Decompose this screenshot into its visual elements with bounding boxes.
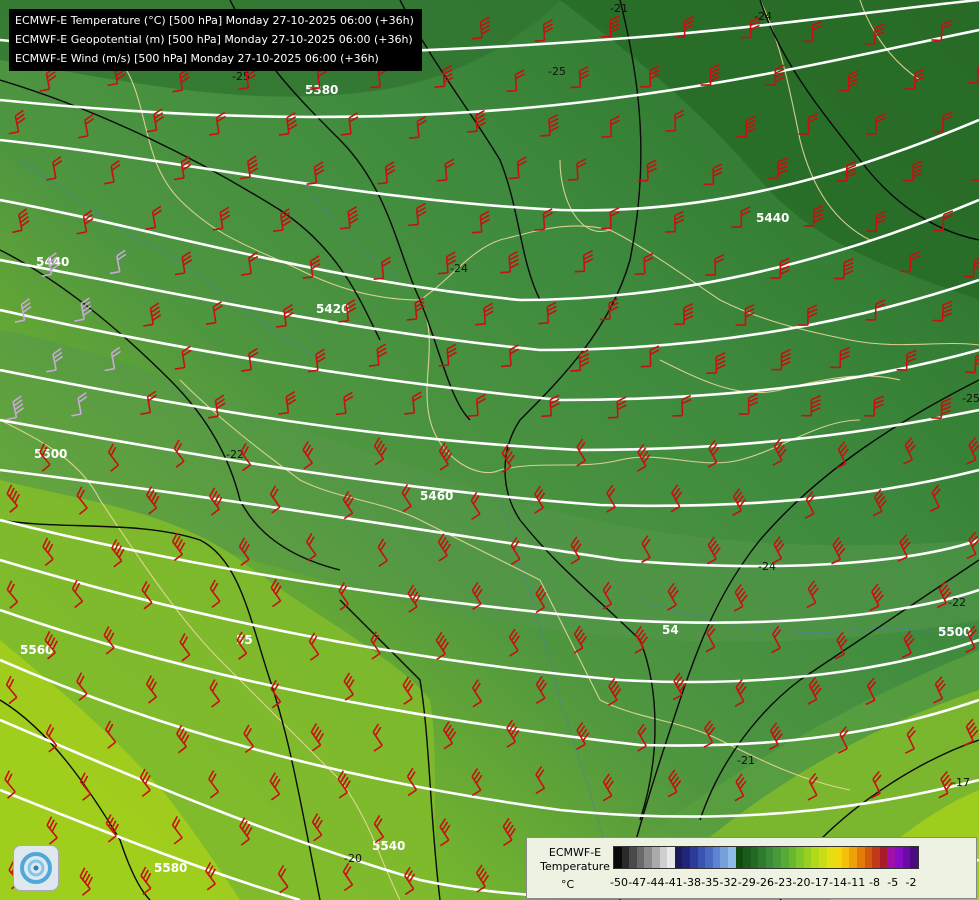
legend-tick-label: -38 — [683, 876, 701, 889]
legend-tick-label: -8 — [869, 876, 880, 889]
legend-swatch — [614, 847, 622, 868]
legend-swatch — [811, 847, 820, 868]
legend-tick-label: -5 — [887, 876, 899, 889]
iso-label-5460: 5460 — [420, 489, 453, 503]
legend-swatch — [788, 847, 797, 868]
title-geopotential: ECMWF-E Geopotential (m) [500 hPa] Monda… — [15, 33, 413, 46]
legend-swatch — [667, 847, 675, 868]
temp-label-h: -20 — [344, 852, 362, 865]
iso-label-5420: 5420 — [316, 302, 349, 316]
temp-label-e: -22 — [948, 596, 966, 609]
temp-label-j: -24 — [754, 10, 772, 23]
legend-swatch — [857, 847, 865, 868]
temp-label-d: -24 — [758, 560, 776, 573]
legend-unit: °C — [561, 878, 575, 891]
legend-tick-label: -14 — [829, 876, 847, 889]
legend-swatch — [864, 847, 873, 868]
legend-swatch — [894, 847, 903, 868]
legend-swatch — [773, 847, 782, 868]
legend-tick-label: -47 — [628, 876, 647, 889]
legend-swatch — [750, 847, 759, 868]
map-titles: ECMWF-E Temperature (°C) [500 hPa] Monda… — [9, 9, 422, 71]
legend-swatch — [682, 847, 690, 868]
iso-label-54: 54 — [662, 623, 679, 637]
temp-label-g: -21 — [737, 754, 755, 767]
iso-label-5580: 5580 — [154, 861, 187, 875]
legend-tick-label: -32 — [719, 876, 738, 889]
title-wind: ECMWF-E Wind (m/s) [500 hPa] Monday 27-1… — [15, 52, 379, 65]
legend-swatch — [705, 847, 713, 868]
legend-swatch — [910, 847, 918, 868]
iso-label-5500-e: 5500 — [938, 625, 971, 639]
iso-label-5500-w: 5500 — [34, 447, 67, 461]
legend-variable: Temperature — [540, 860, 610, 873]
legend-swatch — [651, 847, 660, 868]
temp-label-k: -21 — [610, 2, 628, 15]
legend-tick-label: -20 — [792, 876, 811, 889]
legend-swatch — [659, 847, 668, 868]
temp-label-b: -24 — [450, 262, 468, 275]
legend-tick-label: -11 — [847, 876, 866, 889]
legend-swatch — [902, 847, 911, 868]
legend-swatch — [796, 847, 804, 868]
legend-tick-label: -26 — [756, 876, 774, 889]
temperature-legend: ECMWF-E Temperature °C -50 -47 -44 -41 -38 -3… — [526, 837, 977, 899]
temp-label-i: -17 — [952, 776, 970, 789]
legend-swatch — [849, 847, 857, 868]
title-temperature: ECMWF-E Temperature (°C) [500 hPa] Monda… — [15, 14, 414, 27]
legend-swatch — [803, 847, 812, 868]
legend-tick-label: -35 — [701, 876, 720, 889]
legend-model: ECMWF-E — [548, 846, 602, 859]
legend-tick-label: -50 — [610, 876, 628, 889]
temp-label-c: -25 — [962, 392, 979, 405]
legend-swatch — [629, 847, 637, 868]
legend-tick-label: -17 — [810, 876, 829, 889]
legend-swatch — [720, 847, 728, 868]
legend-swatch — [689, 847, 698, 868]
weather-map: 5380 5440 5420 5500 5460 5440 5500 5560 … — [0, 0, 979, 900]
iso-label-5440-w: 5440 — [36, 255, 69, 269]
legend-swatch — [887, 847, 895, 868]
legend-swatch — [674, 847, 683, 868]
legend-swatch — [765, 847, 774, 868]
ecmwf-swirl-icon — [13, 845, 59, 891]
legend-tick-label: -23 — [774, 876, 793, 889]
legend-color-bar — [613, 846, 919, 869]
temp-label-a: -25 — [548, 65, 566, 78]
legend-swatch — [712, 847, 721, 868]
legend-tick-label: -29 — [737, 876, 756, 889]
legend-swatch — [636, 847, 645, 868]
legend-swatch — [879, 847, 888, 868]
legend-swatch — [735, 847, 744, 868]
legend-swatch — [621, 847, 630, 868]
iso-label-5440-e: 5440 — [756, 211, 789, 225]
legend-swatch — [727, 847, 736, 868]
legend-swatch — [826, 847, 835, 868]
legend-tick-label: -41 — [664, 876, 683, 889]
legend-swatch — [872, 847, 880, 868]
legend-swatch — [758, 847, 766, 868]
legend-swatch — [743, 847, 751, 868]
legend-tick-label: -44 — [646, 876, 665, 889]
legend-swatch — [819, 847, 827, 868]
legend-swatch — [697, 847, 706, 868]
legend-swatch — [834, 847, 842, 868]
legend-swatch — [841, 847, 850, 868]
legend-swatch — [644, 847, 652, 868]
legend-title: ECMWF-E Temperature — [535, 846, 615, 874]
legend-swatch — [781, 847, 789, 868]
legend-tick-label: -2 — [905, 876, 917, 889]
